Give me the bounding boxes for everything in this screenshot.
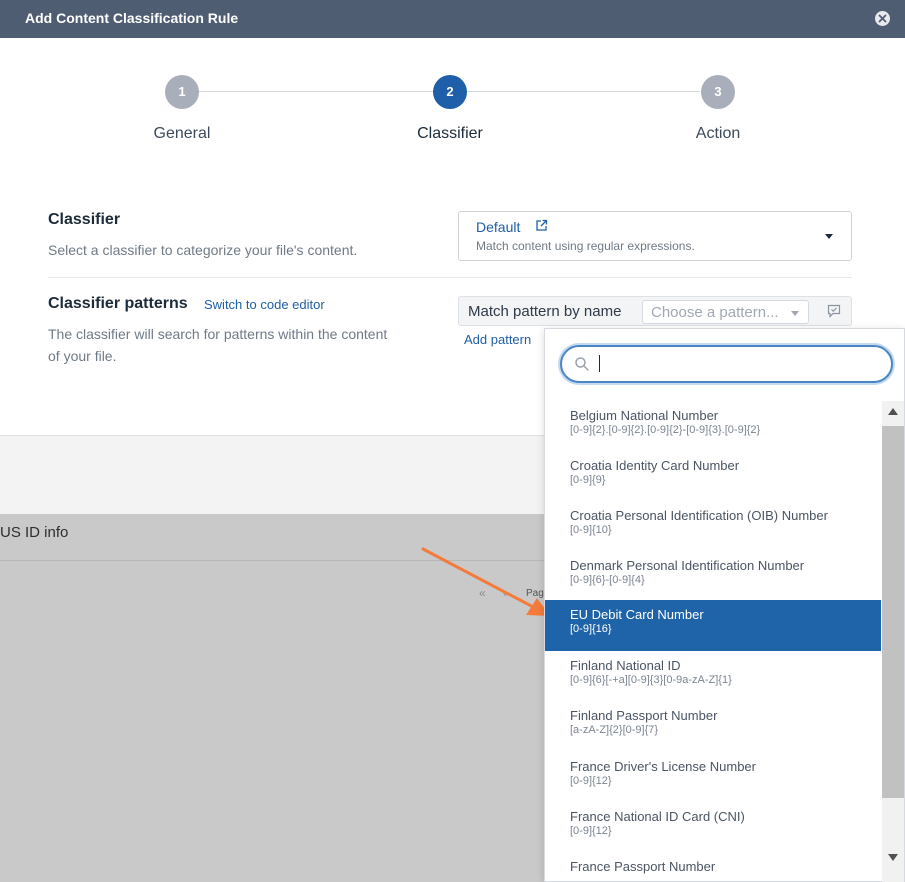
search-input[interactable] [598, 354, 878, 374]
add-pattern-link[interactable]: Add pattern [464, 332, 531, 347]
step-1-label[interactable]: General [112, 125, 252, 143]
pattern-option-regex: [a-zA-Z]{2}[0-9]{7} [570, 724, 659, 736]
classifier-title: Classifier [48, 211, 121, 228]
dialog-title: Add Content Classification Rule [25, 10, 239, 26]
match-pattern-row: Match pattern by name Choose a pattern..… [458, 296, 852, 326]
pattern-option-name: Croatia Personal Identification (OIB) Nu… [570, 508, 828, 523]
match-pattern-label: Match pattern by name [468, 303, 622, 320]
pattern-option[interactable]: Belgium National Number [0-9]{2}.[0-9]{2… [545, 401, 881, 451]
pattern-option-name: France Passport Number [570, 859, 716, 874]
step-1-circle[interactable]: 1 [165, 75, 199, 109]
pattern-option[interactable]: Denmark Personal Identification Number [… [545, 551, 881, 601]
pattern-option[interactable]: Croatia Personal Identification (OIB) Nu… [545, 501, 881, 551]
pattern-option-regex: [0-9]{6}[-+a][0-9]{3}[0-9a-zA-Z]{1} [570, 674, 732, 686]
switch-to-code-editor-link[interactable]: Switch to code editor [204, 297, 325, 312]
pattern-option-name: Finland National ID [570, 658, 681, 673]
pattern-chooser-select[interactable]: Choose a pattern... [642, 300, 809, 324]
scrollbar-thumb[interactable] [882, 426, 904, 798]
arrow-annotation [421, 547, 550, 616]
patterns-title: Classifier patterns [48, 295, 188, 312]
classifier-select[interactable]: Default Match content using regular expr… [458, 211, 852, 261]
search-icon [574, 356, 590, 377]
pattern-option-name: Belgium National Number [570, 408, 719, 423]
chevron-down-icon [825, 234, 833, 239]
scroll-up-icon[interactable] [888, 408, 898, 415]
pattern-option-name: Denmark Personal Identification Number [570, 558, 805, 573]
pattern-option[interactable]: France Passport Number [545, 852, 881, 882]
external-link-icon[interactable] [535, 219, 548, 237]
pattern-option-selected[interactable]: EU Debit Card Number [0-9]{16} [545, 600, 881, 651]
pattern-option[interactable]: France Driver's License Number [0-9]{12} [545, 752, 881, 802]
pattern-option[interactable]: Finland National ID [0-9]{6}[-+a][0-9]{3… [545, 651, 881, 701]
close-icon[interactable] [875, 11, 890, 26]
pattern-option[interactable]: France National ID Card (CNI) [0-9]{12} [545, 802, 881, 852]
pattern-option-name: Finland Passport Number [570, 708, 718, 723]
pattern-list: Belgium National Number [0-9]{2}.[0-9]{2… [545, 401, 881, 882]
pattern-dropdown: Belgium National Number [0-9]{2}.[0-9]{2… [544, 328, 905, 882]
comment-icon[interactable] [827, 304, 841, 323]
pattern-option-regex: [0-9]{16} [570, 623, 612, 635]
patterns-description-line1: The classifier will search for patterns … [48, 326, 388, 342]
background-column-text: US ID info [0, 524, 69, 541]
pattern-option-name: Croatia Identity Card Number [570, 458, 740, 473]
step-2-circle[interactable]: 2 [433, 75, 467, 109]
pattern-option[interactable]: Finland Passport Number [a-zA-Z]{2}[0-9]… [545, 701, 881, 751]
pattern-option-regex: [0-9]{9} [570, 474, 606, 486]
step-3-label[interactable]: Action [648, 125, 788, 143]
pattern-chooser-placeholder: Choose a pattern... [651, 304, 779, 321]
step-2-label[interactable]: Classifier [380, 125, 520, 143]
pattern-option-name: EU Debit Card Number [570, 607, 704, 622]
pattern-option-regex: [0-9]{6}-[0-9]{4} [570, 574, 645, 586]
classifier-subtext: Match content using regular expressions. [476, 239, 695, 253]
pattern-option-name: France Driver's License Number [570, 759, 756, 774]
pattern-option-name: France National ID Card (CNI) [570, 809, 745, 824]
pattern-option-regex: [0-9]{2}.[0-9]{2}.[0-9]{2}-[0-9]{3}.[0-9… [570, 424, 761, 436]
section-divider [48, 277, 852, 278]
pattern-option-regex: [0-9]{12} [570, 775, 612, 787]
classifier-description: Select a classifier to categorize your f… [48, 242, 358, 258]
stepper-connector [467, 91, 700, 92]
stepper-connector [198, 91, 433, 92]
pattern-option[interactable]: Croatia Identity Card Number [0-9]{9} [545, 451, 881, 501]
scroll-down-icon[interactable] [888, 854, 898, 861]
dialog-header: Add Content Classification Rule [0, 0, 905, 38]
chevron-down-icon [791, 311, 799, 316]
pattern-option-regex: [0-9]{12} [570, 825, 612, 837]
search-field[interactable] [560, 345, 893, 383]
patterns-description-line2: of your file. [48, 348, 117, 364]
step-3-circle[interactable]: 3 [701, 75, 735, 109]
text-cursor [599, 355, 600, 372]
classifier-selected-value: Default [476, 219, 521, 235]
pattern-option-regex: [0-9]{10} [570, 524, 612, 536]
